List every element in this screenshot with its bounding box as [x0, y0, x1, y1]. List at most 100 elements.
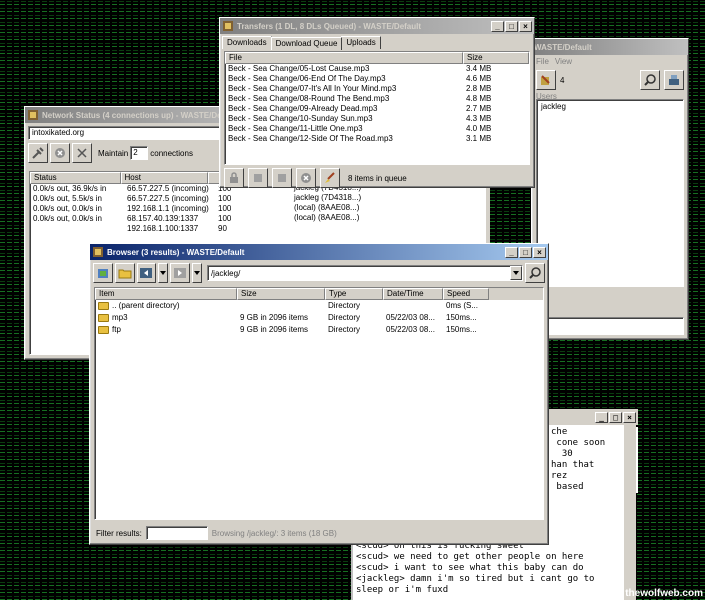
users-button[interactable] — [536, 70, 556, 90]
home-icon — [97, 269, 108, 278]
browser-status: Browsing /jackleg/: 3 items (18 GB) — [211, 528, 337, 538]
file-row[interactable]: .. (parent directory) Directory 0ms (S..… — [95, 300, 543, 312]
folder-icon — [98, 301, 109, 310]
connection-node[interactable]: (local) (8AAE08...) — [266, 213, 485, 223]
browser-window: Browser (3 results) - WASTE/Default _ □ … — [89, 243, 549, 545]
connection-row[interactable]: 0.0k/s out, 5.5k/s in 66.57.227.5 (incomi… — [30, 194, 266, 204]
col-status[interactable]: Status — [30, 172, 121, 184]
path-combobox[interactable]: /jackleg/ — [206, 265, 524, 281]
clean-button[interactable] — [320, 168, 340, 188]
connection-row[interactable]: 0.0k/s out, 0.0k/s in 192.168.1.1 (incomi… — [30, 204, 266, 214]
queue-row[interactable]: Beck - Sea Change/05-Lost Cause.mp3 3.4 M… — [225, 64, 529, 74]
stop-icon — [55, 148, 65, 158]
transfers-titlebar[interactable]: Transfers (1 DL, 8 DLs Queued) - WASTE/D… — [220, 18, 534, 34]
watermark: thewolfweb.com — [625, 588, 703, 599]
col-datetime[interactable]: Date/Time — [383, 288, 443, 300]
cancel-button[interactable] — [296, 168, 316, 188]
chat-titlebar[interactable]: _ □ × — [548, 409, 638, 425]
browser-search-button[interactable] — [525, 263, 545, 283]
path-dropdown-button[interactable] — [510, 266, 523, 280]
queue-list[interactable]: File Size Beck - Sea Change/05-Lost Caus… — [224, 51, 530, 165]
browser-titlebar[interactable]: Browser (3 results) - WASTE/Default _ □ … — [90, 244, 548, 260]
queue-row[interactable]: Beck - Sea Change/07-It's All In Your Mi… — [225, 84, 529, 94]
back-button[interactable] — [136, 263, 157, 283]
waste-app-icon — [28, 110, 38, 120]
broom-icon — [325, 172, 335, 183]
lock-button[interactable] — [224, 168, 244, 188]
minimize-button[interactable]: _ — [491, 20, 504, 32]
remove-button[interactable] — [72, 143, 92, 163]
connection-row[interactable]: 192.168.1.100:1337 90 — [30, 224, 266, 234]
stop-button[interactable] — [50, 143, 70, 163]
connection-row[interactable]: 0.0k/s out, 0.0k/s in 68.157.40.139:1337 1… — [30, 214, 266, 224]
col-host[interactable]: Host — [120, 172, 209, 184]
close-button[interactable]: × — [519, 20, 532, 32]
connection-node[interactable]: jackleg (7D4318...) — [266, 193, 485, 203]
move-up-icon — [278, 174, 286, 182]
connections-label: connections — [150, 148, 193, 158]
file-row[interactable]: ftp 9 GB in 2096 items Directory 05/22/0… — [95, 324, 543, 336]
search-icon — [529, 267, 541, 279]
connection-node[interactable]: (local) (8AAE08...) — [266, 203, 485, 213]
chat-scrollbar[interactable] — [624, 425, 636, 600]
chat-line: <scud> i want to see what this baby can … — [356, 563, 584, 573]
queue-row[interactable]: Beck - Sea Change/09-Already Dead.mp3 2.7… — [225, 104, 529, 114]
chat-maximize-button[interactable]: □ — [609, 411, 622, 423]
col-item[interactable]: Item — [95, 288, 237, 300]
browser-app-icon — [93, 247, 103, 257]
search-button[interactable] — [640, 70, 660, 90]
queue-status: 8 items in queue — [348, 173, 407, 183]
queue-row[interactable]: Beck - Sea Change/11-Little One.mp3 4.0 M… — [225, 124, 529, 134]
col-file[interactable]: File — [225, 52, 463, 64]
waste-main-titlebar[interactable]: WASTE/Default — [532, 39, 688, 55]
filter-label: Filter results: — [96, 528, 142, 538]
forward-button[interactable] — [170, 263, 191, 283]
back-icon — [140, 268, 153, 278]
user-item[interactable]: jackleg — [541, 102, 679, 111]
chevron-down-icon — [160, 271, 167, 275]
queue-row[interactable]: Beck - Sea Change/10-Sunday Sun.mp3 4.3 M… — [225, 114, 529, 124]
maintain-input[interactable]: 2 — [130, 146, 149, 160]
browser-close-button[interactable]: × — [533, 246, 546, 258]
users-list[interactable]: jackleg — [536, 99, 684, 287]
folder-icon — [118, 269, 132, 279]
transfers-title: Transfers (1 DL, 8 DLs Queued) - WASTE/D… — [237, 21, 422, 31]
tab-download-queue[interactable]: Download Queue — [270, 37, 343, 50]
queue-row[interactable]: Beck - Sea Change/12-Side Of The Road.mp… — [225, 134, 529, 144]
home-button[interactable] — [93, 263, 113, 283]
forward-dropdown[interactable] — [192, 263, 202, 283]
chat-log[interactable]: <scud> oh this is fucking sweet <scud> w… — [353, 541, 623, 596]
col-size[interactable]: Size — [237, 288, 325, 300]
col-type[interactable]: Type — [325, 288, 383, 300]
chat-input-box[interactable] — [536, 317, 684, 335]
move-top-button[interactable] — [248, 168, 268, 188]
browser-minimize-button[interactable]: _ — [505, 246, 518, 258]
menu-file[interactable]: File — [536, 57, 549, 66]
chat-minimize-button[interactable]: _ — [595, 411, 608, 423]
users-icon — [541, 75, 550, 85]
move-up-button[interactable] — [272, 168, 292, 188]
maximize-button[interactable]: □ — [505, 20, 518, 32]
queue-row[interactable]: Beck - Sea Change/08-Round The Bend.mp3 4… — [225, 94, 529, 104]
connect-button[interactable] — [28, 143, 48, 163]
tab-uploads[interactable]: Uploads — [341, 36, 381, 49]
file-row[interactable]: mp3 9 GB in 2096 items Directory 05/22/0… — [95, 312, 543, 324]
lock-icon — [230, 172, 238, 183]
queue-row[interactable]: Beck - Sea Change/06-End Of The Day.mp3 4… — [225, 74, 529, 84]
folder-icon — [98, 325, 109, 334]
tab-downloads[interactable]: Downloads — [222, 36, 272, 49]
col-size[interactable]: Size — [463, 52, 529, 64]
browser-maximize-button[interactable]: □ — [519, 246, 532, 258]
close-icon — [77, 148, 87, 158]
connection-node[interactable] — [266, 223, 485, 233]
network-button[interactable] — [664, 70, 684, 90]
transfers-tabs: Downloads Download Queue Uploads — [220, 34, 534, 50]
folder-button[interactable] — [114, 263, 135, 283]
back-dropdown[interactable] — [158, 263, 169, 283]
chat-close-button[interactable]: × — [623, 411, 636, 423]
transfers-window: Transfers (1 DL, 8 DLs Queued) - WASTE/D… — [219, 17, 535, 188]
menu-view[interactable]: View — [555, 57, 572, 66]
browser-file-list[interactable]: Item Size Type Date/Time Speed .. (paren… — [94, 287, 544, 520]
col-speed[interactable]: Speed — [443, 288, 489, 300]
filter-input[interactable] — [145, 526, 208, 540]
